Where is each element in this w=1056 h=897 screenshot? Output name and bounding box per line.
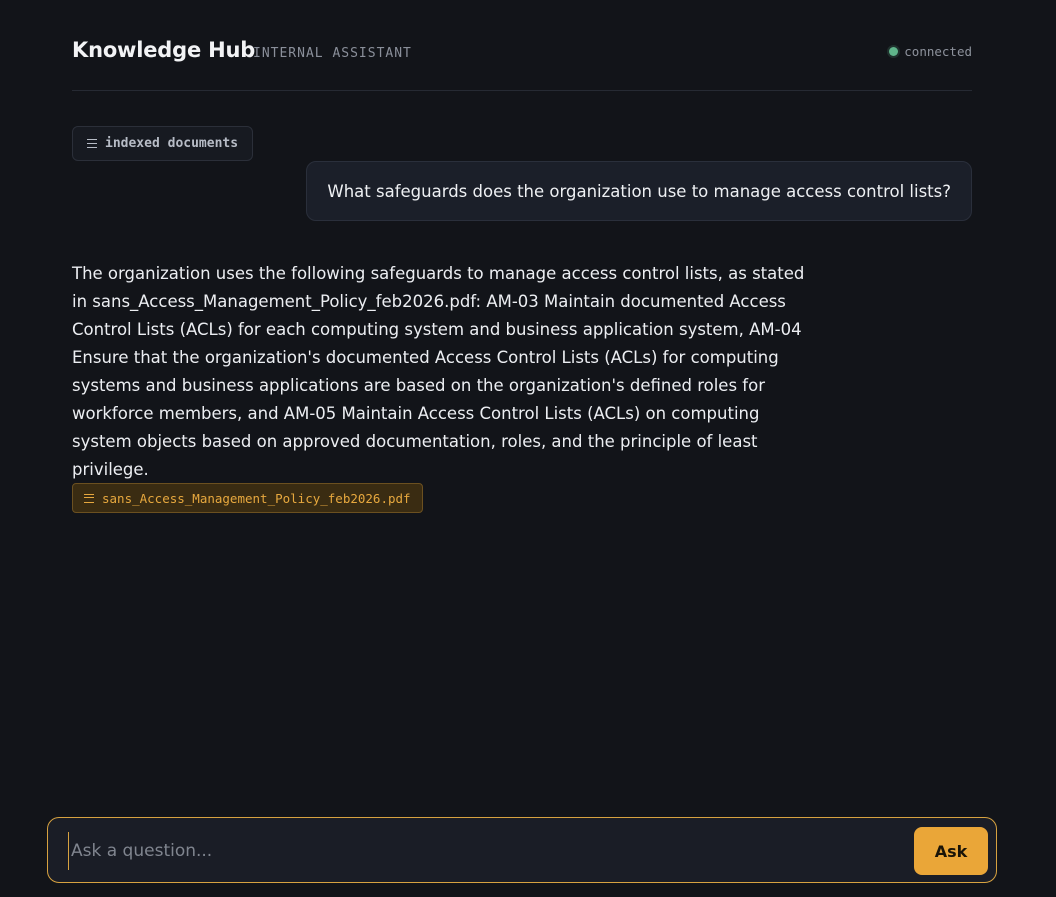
document-list-icon	[84, 493, 94, 503]
source-citation-label: sans_Access_Management_Policy_feb2026.pd…	[102, 490, 411, 506]
assistant-answer-text: The organization uses the following safe…	[72, 264, 805, 479]
document-list-icon	[87, 139, 97, 148]
app-title: Knowledge Hub	[72, 38, 256, 62]
status-dot-icon	[889, 47, 899, 56]
connection-status: connected	[889, 44, 972, 59]
composer: Ask	[47, 817, 997, 883]
ask-button[interactable]: Ask	[914, 827, 988, 875]
user-message-text: What safeguards does the organization us…	[327, 181, 951, 201]
user-message: What safeguards does the organization us…	[306, 161, 972, 221]
header: Knowledge Hub INTERNAL ASSISTANT connect…	[72, 36, 972, 91]
question-input[interactable]	[68, 832, 908, 870]
indexed-documents-button[interactable]: indexed documents	[72, 126, 254, 161]
source-citation[interactable]: sans_Access_Management_Policy_feb2026.pd…	[72, 483, 423, 513]
app-root: Knowledge Hub INTERNAL ASSISTANT connect…	[0, 0, 1056, 897]
assistant-answer: The organization uses the following safe…	[72, 260, 820, 484]
indexed-documents-label: indexed documents	[105, 136, 239, 151]
status-label: connected	[904, 44, 972, 59]
app-subtitle: INTERNAL ASSISTANT	[253, 46, 412, 61]
